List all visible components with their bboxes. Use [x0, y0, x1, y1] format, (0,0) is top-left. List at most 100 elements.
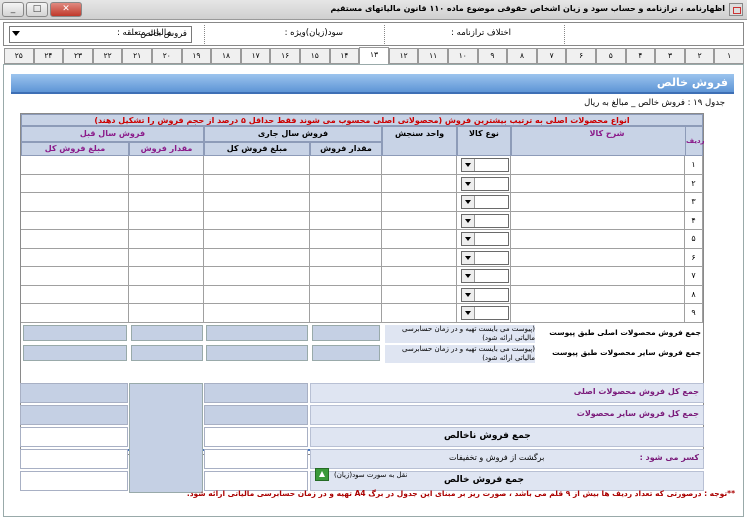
table-cell[interactable] [204, 248, 310, 267]
table-cell[interactable] [511, 304, 685, 323]
table-cell[interactable] [382, 248, 457, 267]
table-cell[interactable] [382, 267, 457, 286]
table-cell[interactable] [310, 156, 382, 175]
table-cell[interactable] [129, 304, 204, 323]
table-cell[interactable] [310, 211, 382, 230]
tab-15[interactable]: ۱۵ [300, 48, 330, 64]
table-cell[interactable] [204, 156, 310, 175]
table-cell[interactable] [310, 285, 382, 304]
tab-1[interactable]: ۱ [714, 48, 744, 64]
table-cell[interactable] [129, 211, 204, 230]
table-cell[interactable] [204, 230, 310, 249]
sum-main-appendix-input[interactable] [23, 324, 127, 341]
tab-19[interactable]: ۱۹ [181, 48, 212, 64]
table-cell[interactable] [129, 174, 204, 193]
tab-8[interactable]: ۸ [507, 48, 537, 64]
tab-6[interactable]: ۶ [566, 48, 596, 64]
transfer-up-icon[interactable] [315, 468, 329, 481]
table-cell[interactable] [511, 230, 685, 249]
sum-main-appendix-input[interactable] [312, 324, 380, 341]
sum-other-appendix-input[interactable] [312, 344, 380, 361]
table-cell[interactable] [382, 156, 457, 175]
table-cell[interactable] [204, 285, 310, 304]
sum-main-appendix-input[interactable] [131, 324, 203, 341]
tab-20[interactable]: ۲۰ [152, 48, 182, 64]
table-cell[interactable] [310, 193, 382, 212]
product-type-select[interactable] [461, 306, 509, 320]
tab-4[interactable]: ۴ [625, 48, 656, 64]
table-cell[interactable] [204, 211, 310, 230]
table-cell[interactable] [21, 285, 129, 304]
table-cell[interactable] [129, 230, 204, 249]
table-cell[interactable] [129, 156, 204, 175]
tab-18[interactable]: ۱۸ [211, 48, 241, 64]
table-cell[interactable] [204, 193, 310, 212]
tab-16[interactable]: ۱۶ [270, 48, 300, 64]
table-cell[interactable] [511, 211, 685, 230]
table-cell[interactable] [511, 193, 685, 212]
product-type-select[interactable] [461, 269, 509, 283]
tab-21[interactable]: ۲۱ [122, 48, 152, 64]
table-cell[interactable] [21, 193, 129, 212]
tab-12[interactable]: ۱۲ [388, 48, 419, 64]
sum-main-products-current-amount[interactable] [204, 383, 308, 403]
table-cell[interactable] [204, 267, 310, 286]
table-cell[interactable] [511, 156, 685, 175]
minimize-button[interactable]: _ [2, 2, 24, 17]
table-cell[interactable] [511, 267, 685, 286]
returns-discounts-current-amount[interactable] [204, 449, 308, 469]
table-cell[interactable] [511, 248, 685, 267]
product-type-select[interactable] [461, 287, 509, 302]
product-type-select[interactable] [461, 158, 509, 172]
table-cell[interactable] [204, 174, 310, 193]
table-cell[interactable] [204, 304, 310, 323]
table-cell[interactable] [310, 174, 382, 193]
tab-22[interactable]: ۲۲ [92, 48, 123, 64]
tab-14[interactable]: ۱۴ [329, 48, 360, 64]
table-cell[interactable] [129, 248, 204, 267]
tab-13[interactable]: ۱۳ [359, 47, 389, 65]
sum-other-products-prev-amount[interactable] [20, 405, 128, 425]
table-cell[interactable] [310, 267, 382, 286]
returns-discounts-prev-amount[interactable] [20, 449, 128, 469]
tab-5[interactable]: ۵ [596, 48, 626, 64]
tab-11[interactable]: ۱۱ [418, 48, 448, 64]
table-cell[interactable] [129, 193, 204, 212]
sum-main-appendix-input[interactable] [206, 324, 308, 341]
net-sales-current-amount[interactable] [204, 471, 308, 491]
sum-other-products-current-amount[interactable] [204, 405, 308, 425]
table-cell[interactable] [21, 267, 129, 286]
product-type-select[interactable] [461, 176, 509, 191]
table-cell[interactable] [21, 248, 129, 267]
table-cell[interactable] [21, 230, 129, 249]
table-cell[interactable] [310, 230, 382, 249]
tab-7[interactable]: ۷ [536, 48, 567, 64]
product-type-select[interactable] [461, 232, 509, 246]
gross-sales-current-amount[interactable] [204, 427, 308, 447]
table-cell[interactable] [511, 174, 685, 193]
tab-23[interactable]: ۲۳ [63, 48, 93, 64]
product-type-select[interactable] [461, 213, 509, 228]
gross-sales-prev-amount[interactable] [20, 427, 128, 447]
tab-9[interactable]: ۹ [477, 48, 508, 64]
table-cell[interactable] [382, 193, 457, 212]
table-cell[interactable] [21, 174, 129, 193]
table-cell[interactable] [310, 304, 382, 323]
sum-other-appendix-input[interactable] [23, 344, 127, 361]
table-cell[interactable] [21, 211, 129, 230]
table-cell[interactable] [129, 285, 204, 304]
table-cell[interactable] [382, 211, 457, 230]
tab-25[interactable]: ۲۵ [4, 48, 34, 64]
table-cell[interactable] [310, 248, 382, 267]
sum-main-products-prev-amount[interactable] [20, 383, 128, 403]
tab-24[interactable]: ۲۴ [33, 48, 64, 64]
maximize-button[interactable]: □ [26, 2, 48, 17]
table-cell[interactable] [21, 304, 129, 323]
table-cell[interactable] [382, 174, 457, 193]
table-cell[interactable] [129, 267, 204, 286]
tab-3[interactable]: ۳ [655, 48, 685, 64]
table-cell[interactable] [511, 285, 685, 304]
table-cell[interactable] [382, 230, 457, 249]
product-type-select[interactable] [461, 195, 509, 209]
close-button[interactable]: ✕ [50, 2, 82, 17]
